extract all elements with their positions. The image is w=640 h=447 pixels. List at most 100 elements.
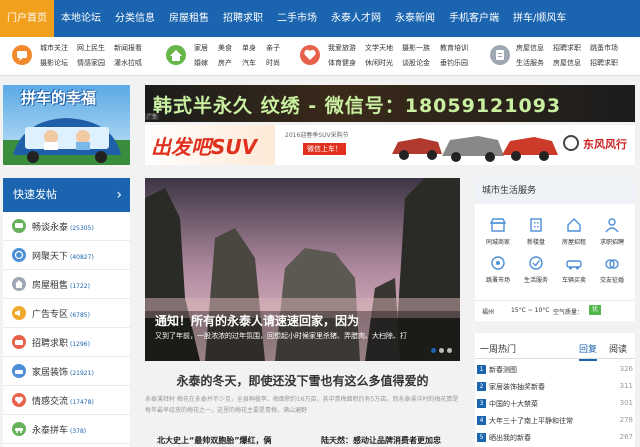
sub-link[interactable]: 美食 (218, 43, 232, 53)
sub-link[interactable]: 跳蚤市场 (590, 43, 618, 53)
hot-title[interactable]: 新春测图 (489, 365, 517, 375)
sub-link[interactable]: 汽车 (242, 58, 256, 68)
chevron-right-icon: › (116, 187, 122, 203)
hot-item[interactable]: 4 大年三十了南上平静和往常 278 (475, 414, 635, 428)
sub-link[interactable]: 招聘求职 (553, 43, 581, 53)
building-icon (527, 216, 545, 234)
sidebar-item-label: 招聘求职 (32, 339, 69, 349)
hot-title[interactable]: 晒出我的新春 (489, 433, 531, 443)
suv-ad-slogan: 出发吧SUV (151, 135, 258, 159)
hot-item[interactable]: 3 中国的十大禁菜 301 (475, 397, 635, 411)
service-flea-market[interactable]: 跳蚤市场 (479, 254, 517, 284)
tattoo-ad-banner[interactable]: 韩式半永久 纹绣 - 微信号：18059121093 广告 (145, 85, 635, 122)
hero-slideshow[interactable]: 通知！所有的永泰人请速速回家，因为 又到了年前，一股浓浓的过年氛围，回想起小时候… (145, 178, 460, 361)
sub-link[interactable]: 教育培训 (440, 43, 468, 53)
hot-title[interactable]: 大年三十了南上平静和往常 (489, 416, 573, 426)
hot-item[interactable]: 1 新春测图 326 (475, 363, 635, 377)
sidebar-item-housing[interactable]: 房屋租售 (1722) (3, 270, 130, 299)
nav-item-classifieds[interactable]: 分类信息 (108, 0, 162, 37)
sub-link[interactable]: 招聘求职 (590, 58, 618, 68)
suv-ad-banner[interactable]: 出发吧SUV 2016迎春季SUV采购节 微信上车！ 东风风行 (145, 125, 635, 165)
nav-item-mobile[interactable]: 手机客户端 (442, 0, 506, 37)
headline-title[interactable]: 永泰的冬天，即使还没下雪也有这么多值得爱的 (145, 372, 460, 389)
nav-item-carpool[interactable]: 拼车/顺风车 (506, 0, 573, 37)
sub-link[interactable]: 新闻报看 (114, 43, 142, 53)
service-cars[interactable]: 车辆买卖 (555, 254, 593, 284)
nav-item-jobs[interactable]: 招聘求职 (216, 0, 270, 37)
nav-item-secondhand[interactable]: 二手市场 (270, 0, 324, 37)
hot-rank: 3 (477, 399, 486, 408)
sub-link[interactable]: 网上民生 (77, 43, 105, 53)
sidebar-item-count: (25305) (70, 225, 94, 232)
sub-link[interactable]: 文学天地 (365, 43, 393, 53)
sub-link[interactable]: 生活服务 (516, 58, 544, 68)
sub-link[interactable]: 谈股论金 (402, 58, 430, 68)
weekly-hot-panel: 一周热门 回复 阅读 1 新春测图 326 2 家居装饰抽奖新春 311 3 中… (475, 333, 635, 447)
sub-link[interactable]: 体育健身 (328, 58, 356, 68)
sidebar-item-jobs[interactable]: 招聘求职 (1296) (3, 328, 130, 357)
nav-item-news[interactable]: 永泰新闻 (388, 0, 442, 37)
sidebar-item-decor[interactable]: 家居装饰 (21921) (3, 357, 130, 386)
sofa-icon (12, 364, 26, 378)
sidebar-item-ads[interactable]: 广告专区 (6785) (3, 299, 130, 328)
suv-ad-button[interactable]: 微信上车！ (303, 143, 346, 155)
sub-link[interactable]: 家居 (194, 43, 208, 53)
service-dating[interactable]: 交友征婚 (593, 254, 631, 284)
sidebar-item-count: (6785) (70, 312, 90, 319)
city-services-title: 城市生活服务 (475, 178, 635, 204)
hero-dot[interactable] (439, 348, 444, 353)
sub-link[interactable]: 房产 (218, 58, 232, 68)
sub-link[interactable]: 房屋信息 (516, 43, 544, 53)
news-row: 北大史上“最帅双胞胎”爆红，俩 陆天然：感动让品牌消费者更加忠 (145, 433, 460, 447)
hot-title[interactable]: 中国的十大禁菜 (489, 399, 538, 409)
sub-link[interactable]: 房屋信息 (553, 58, 581, 68)
news-link[interactable]: 陆天然：感动让品牌消费者更加忠 (321, 435, 441, 446)
hot-item[interactable]: 2 家居装饰抽奖新春 311 (475, 380, 635, 394)
quick-post-sidebar: 快速发帖 › 畅谈永泰 (25305) 网聚天下 (40827) 房屋租售 (1722… (3, 178, 130, 447)
hot-item[interactable]: 5 晒出我的新春 267 (475, 431, 635, 445)
hot-title[interactable]: 家居装饰抽奖新春 (489, 382, 545, 392)
service-jobs[interactable]: 求职招聘 (593, 216, 631, 246)
sub-link[interactable]: 摄影一族 (402, 43, 430, 53)
hot-rank: 2 (477, 382, 486, 391)
sidebar-item-carpool[interactable]: 永泰拼车 (378) (3, 415, 130, 444)
car-icon (12, 422, 26, 436)
hero-title[interactable]: 通知！所有的永泰人请速速回家，因为 (155, 312, 359, 329)
news-link[interactable]: 北大史上“最帅双胞胎”爆红，俩 (157, 435, 272, 446)
chat-icon (12, 219, 26, 233)
sidebar-item-network[interactable]: 网聚天下 (40827) (3, 241, 130, 270)
sub-link[interactable]: 婚嫁 (194, 58, 208, 68)
house-icon (12, 277, 26, 291)
sub-link[interactable]: 垂钓乐园 (440, 58, 468, 68)
service-new-homes[interactable]: 新楼盘 (517, 216, 555, 246)
nav-item-forum[interactable]: 本地论坛 (54, 0, 108, 37)
sub-link[interactable]: 休闲时光 (365, 58, 393, 68)
tab-read[interactable]: 阅读 (609, 342, 627, 355)
carpool-ad[interactable]: 拼车的幸福 (3, 85, 130, 165)
hero-dot[interactable] (431, 348, 436, 353)
headline-summary: 永泰溪拜村 梅花在永泰并不少见，全县种植李、梅面积约16万亩，其中青梅面积约有5… (145, 396, 459, 414)
quick-post-header[interactable]: 快速发帖 › (3, 178, 130, 212)
sub-link[interactable]: 亲子 (266, 43, 280, 53)
service-life[interactable]: 生活服务 (517, 254, 555, 284)
sidebar-item-chat[interactable]: 畅谈永泰 (25305) (3, 212, 130, 241)
quick-post-title: 快速发帖 (13, 188, 57, 201)
sub-link[interactable]: 时尚 (266, 58, 280, 68)
service-rentals[interactable]: 房屋招租 (555, 216, 593, 246)
hero-dot[interactable] (447, 348, 452, 353)
sub-link[interactable]: 灌水拉呱 (114, 58, 142, 68)
sub-link[interactable]: 我爱旅游 (328, 43, 356, 53)
sub-link[interactable]: 情感家园 (77, 58, 105, 68)
sub-link[interactable]: 单身 (242, 43, 256, 53)
nav-item-talent[interactable]: 永泰人才网 (324, 0, 388, 37)
nav-item-housing[interactable]: 房屋租售 (162, 0, 216, 37)
sub-link[interactable]: 城市关注 (40, 43, 68, 53)
sub-link[interactable]: 摄影论坛 (40, 58, 68, 68)
sidebar-item-emotion[interactable]: 情感交流 (17478) (3, 386, 130, 415)
tab-reply[interactable]: 回复 (579, 342, 598, 361)
sidebar-item-label: 畅谈永泰 (32, 223, 69, 233)
nav-item-home[interactable]: 门户首页 (0, 0, 54, 37)
service-merchants[interactable]: 同城商家 (479, 216, 517, 246)
sidebar-item-label: 网聚天下 (32, 252, 69, 262)
heart-icon (12, 393, 26, 407)
